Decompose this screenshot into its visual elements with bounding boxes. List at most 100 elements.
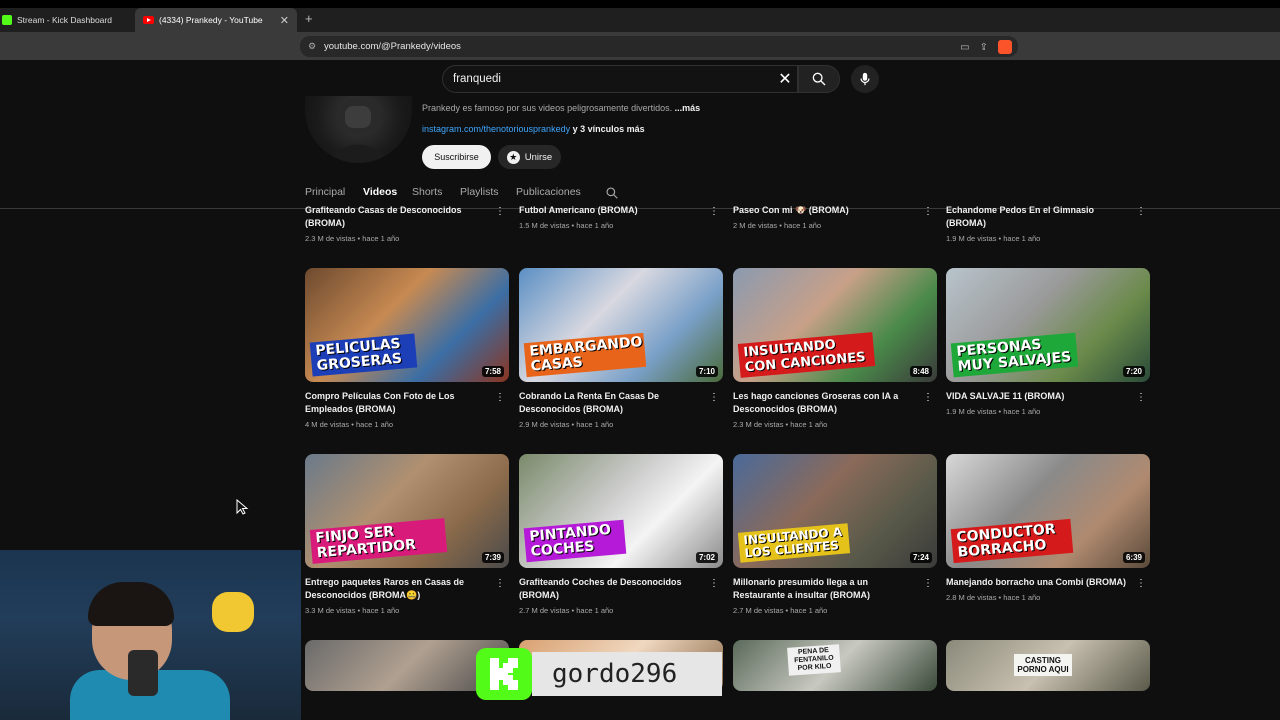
site-info-icon[interactable]: ⚙ [308, 42, 317, 51]
more-options-icon[interactable]: ⋮ [1136, 207, 1146, 217]
more-options-icon[interactable]: ⋮ [923, 393, 933, 403]
instagram-link[interactable]: instagram.com/thenotoriousprankedy [422, 124, 570, 134]
video-duration: 7:20 [1122, 366, 1145, 377]
tab-youtube[interactable]: (4334) Prankedy - YouTube ✕ [135, 8, 297, 32]
video-meta: 1.9 M de vistas • hace 1 año [946, 407, 1041, 416]
share-icon[interactable]: ⇪ [980, 42, 988, 53]
tab-publicaciones[interactable]: Publicaciones [516, 186, 581, 198]
video-card[interactable]: INSULTANDO A LOS CLIENTES 7:24 Millonari… [733, 454, 937, 615]
video-title[interactable]: Cobrando La Renta En Casas De Desconocid… [519, 390, 704, 416]
video-meta: 2.3 M de vistas • hace 1 año [305, 234, 400, 243]
video-title[interactable]: Futbol Americano (BROMA) [519, 204, 704, 217]
clear-search-icon[interactable]: ✕ [775, 69, 795, 89]
video-thumbnail[interactable]: INSULTANDO CON CANCIONES 8:48 [733, 268, 937, 382]
video-thumbnail[interactable]: INSULTANDO A LOS CLIENTES 7:24 [733, 454, 937, 568]
more-options-icon[interactable]: ⋮ [923, 207, 933, 217]
pikachu-plush [212, 592, 254, 632]
video-card[interactable]: Paseo Con mi 🐶 (BROMA) 2 M de vistas • h… [733, 204, 937, 230]
video-card[interactable]: INSULTANDO CON CANCIONES 8:48 Les hago c… [733, 268, 937, 429]
video-card[interactable]: PELICULAS GROSERAS 7:58 Compro Películas… [305, 268, 509, 429]
video-title[interactable]: VIDA SALVAJE 11 (BROMA) [946, 390, 1131, 403]
video-title[interactable]: Grafiteando Casas de Desconocidos (BROMA… [305, 204, 490, 230]
video-meta: 1.9 M de vistas • hace 1 año [946, 234, 1041, 243]
join-button[interactable]: ★ Unirse [498, 145, 561, 169]
tab-principal[interactable]: Principal [305, 186, 345, 198]
thumbnail-caption: INSULTANDO A LOS CLIENTES [737, 523, 851, 563]
video-thumbnail[interactable]: PENA DE FENTANILO POR KILO [733, 640, 937, 691]
video-title[interactable]: Grafiteando Coches de Desconocidos (BROM… [519, 576, 704, 602]
thumbnail-caption: INSULTANDO CON CANCIONES [737, 332, 876, 378]
video-title[interactable]: Millonario presumido llega a un Restaura… [733, 576, 918, 602]
video-title[interactable]: Echandome Pedos En el Gimnasio (BROMA) [946, 204, 1136, 230]
more-options-icon[interactable]: ⋮ [709, 207, 719, 217]
kick-logo-icon [476, 648, 532, 700]
more-options-icon[interactable]: ⋮ [1136, 393, 1146, 403]
tab-videos[interactable]: Videos [363, 186, 397, 198]
channel-search-icon[interactable] [605, 186, 619, 200]
thumbnail-caption: PERSONAS MUY SALVAJES [950, 332, 1079, 378]
video-thumbnail[interactable]: CONDUCTOR BORRACHO 6:39 [946, 454, 1150, 568]
video-thumbnail[interactable]: PERSONAS MUY SALVAJES 7:20 [946, 268, 1150, 382]
video-meta: 4 M de vistas • hace 1 año [305, 420, 394, 429]
video-thumbnail[interactable]: FINJO SER REPARTIDOR 7:39 [305, 454, 509, 568]
video-title[interactable]: Entrego paquetes Raros en Casas de Desco… [305, 576, 490, 602]
video-meta: 2 M de vistas • hace 1 año [733, 221, 822, 230]
video-thumbnail[interactable]: CASTING PORNO AQUI [946, 640, 1150, 691]
video-title[interactable]: Les hago canciones Groseras con IA a Des… [733, 390, 918, 416]
search-value: franquedi [453, 73, 501, 85]
more-options-icon[interactable]: ⋮ [495, 207, 505, 217]
more-link[interactable]: ...más [675, 103, 701, 113]
channel-links: instagram.com/thenotoriousprankedy y 3 v… [422, 124, 645, 134]
video-card[interactable]: FINJO SER REPARTIDOR 7:39 Entrego paquet… [305, 454, 509, 615]
more-options-icon[interactable]: ⋮ [923, 579, 933, 589]
video-card[interactable]: Echandome Pedos En el Gimnasio (BROMA) 1… [946, 204, 1150, 243]
video-title[interactable]: Manejando borracho una Combi (BROMA) [946, 576, 1131, 589]
search-button[interactable] [798, 65, 840, 93]
kick-favicon-icon [2, 15, 12, 25]
video-title[interactable]: Compro Películas Con Foto de Los Emplead… [305, 390, 490, 416]
subscribe-button[interactable]: Suscribirse [422, 145, 491, 169]
channel-avatar[interactable] [305, 96, 412, 163]
video-card[interactable]: Grafiteando Casas de Desconocidos (BROMA… [305, 204, 509, 243]
mouse-cursor-icon [236, 499, 249, 515]
search-icon [812, 72, 826, 86]
youtube-favicon-icon [143, 16, 154, 24]
more-options-icon[interactable]: ⋮ [709, 579, 719, 589]
more-options-icon[interactable]: ⋮ [495, 579, 505, 589]
tab-shorts[interactable]: Shorts [412, 186, 442, 198]
tab-strip: Stream - Kick Dashboard (4334) Prankedy … [0, 8, 1280, 32]
video-card[interactable]: PERSONAS MUY SALVAJES 7:20 VIDA SALVAJE … [946, 268, 1150, 416]
close-tab-icon[interactable]: ✕ [280, 14, 289, 27]
address-bar[interactable]: ⚙ youtube.com/@Prankedy/videos ▭ ⇪ [300, 36, 1018, 57]
video-thumbnail[interactable]: PELICULAS GROSERAS 7:58 [305, 268, 509, 382]
search-input[interactable]: franquedi ✕ [442, 65, 798, 93]
thumbnail-caption: PINTANDO COCHES [523, 519, 627, 563]
video-duration: 7:10 [695, 366, 718, 377]
more-options-icon[interactable]: ⋮ [1136, 579, 1146, 589]
bottom-edge [300, 691, 1280, 720]
thumbnail-caption: FINJO SER REPARTIDOR [309, 518, 448, 564]
video-card[interactable]: Futbol Americano (BROMA) 1.5 M de vistas… [519, 204, 723, 230]
video-card[interactable]: EMBARGANDO CASAS 7:10 Cobrando La Renta … [519, 268, 723, 429]
more-options-icon[interactable]: ⋮ [495, 393, 505, 403]
voice-search-button[interactable] [851, 65, 879, 93]
brave-shield-icon[interactable] [998, 40, 1012, 54]
video-card[interactable]: PINTANDO COCHES 7:02 Grafiteando Coches … [519, 454, 723, 615]
microphone-icon [860, 72, 870, 86]
video-thumbnail[interactable]: EMBARGANDO CASAS 7:10 [519, 268, 723, 382]
video-thumbnail[interactable]: PINTANDO COCHES 7:02 [519, 454, 723, 568]
thumbnail-caption: PELICULAS GROSERAS [309, 333, 418, 377]
tab-playlists[interactable]: Playlists [460, 186, 499, 198]
video-duration: 7:24 [909, 552, 932, 563]
streamer-hair [88, 582, 174, 626]
video-card[interactable]: CONDUCTOR BORRACHO 6:39 Manejando borrac… [946, 454, 1150, 602]
tab-kick-dashboard[interactable]: Stream - Kick Dashboard [0, 8, 128, 32]
cast-icon[interactable]: ▭ [960, 42, 969, 53]
video-duration: 8:48 [909, 366, 932, 377]
video-meta: 1.5 M de vistas • hace 1 año [519, 221, 614, 230]
video-title[interactable]: Paseo Con mi 🐶 (BROMA) [733, 204, 918, 217]
new-tab-icon[interactable]: + [305, 11, 313, 26]
more-options-icon[interactable]: ⋮ [709, 393, 719, 403]
channel-description[interactable]: Prankedy es famoso por sus videos peligr… [422, 103, 700, 113]
more-links[interactable]: y 3 vínculos más [573, 124, 645, 134]
